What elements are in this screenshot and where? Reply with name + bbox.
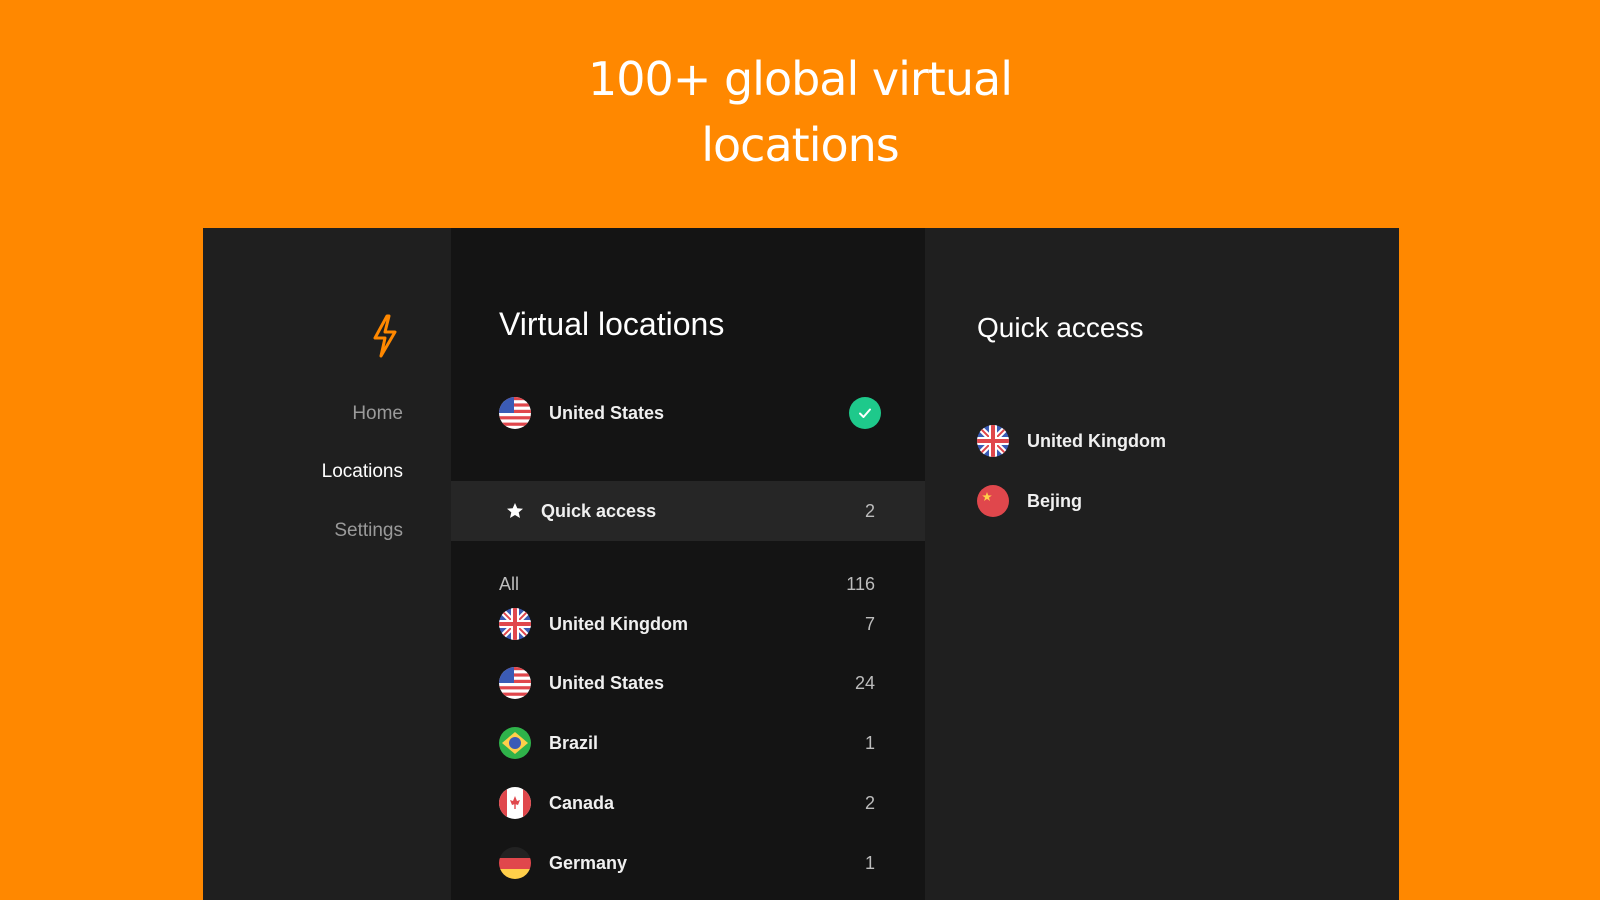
connected-location-row[interactable]: United States [451, 383, 925, 443]
location-row-canada[interactable]: Canada 2 [451, 773, 925, 833]
germany-flag-icon [499, 847, 531, 879]
location-name: Germany [549, 852, 628, 873]
location-name: Canada [549, 792, 615, 813]
sidebar-item-locations[interactable]: Locations [322, 461, 403, 483]
location-count: 2 [864, 792, 875, 813]
quick-access-item-united-kingdom[interactable]: United Kingdom [977, 421, 1166, 461]
connected-location-label: United States [549, 402, 665, 423]
location-count: 1 [864, 732, 875, 753]
location-count: 24 [854, 672, 875, 693]
uk-flag-icon [499, 608, 531, 640]
all-section-label: All [499, 574, 520, 594]
quick-access-panel: Quick access United Kingdom Bejing [925, 228, 1399, 900]
sidebar-item-settings[interactable]: Settings [334, 520, 403, 542]
sidebar-item-home[interactable]: Home [352, 403, 403, 425]
location-name: United States [549, 672, 665, 693]
china-flag-icon [977, 485, 1009, 517]
sidebar-nav: Home Locations Settings [203, 228, 451, 900]
quick-access-label: Quick access [541, 500, 657, 521]
virtual-locations-panel: Virtual locations United States Quick ac… [451, 228, 925, 900]
location-row-united-states[interactable]: United States 24 [451, 653, 925, 713]
all-section-count: 116 [846, 574, 875, 594]
headline-line-1: 100+ global virtual [588, 52, 1013, 106]
quick-access-title: Quick access [977, 312, 1144, 343]
us-flag-icon [499, 667, 531, 699]
location-row-germany[interactable]: Germany 1 [451, 833, 925, 893]
lightning-bolt-icon [373, 314, 397, 358]
us-flag-icon [499, 397, 531, 429]
location-count: 7 [864, 613, 875, 634]
location-count: 1 [864, 852, 875, 873]
quick-access-row[interactable]: Quick access 2 [451, 481, 925, 541]
quick-access-item-label: Bejing [1027, 490, 1083, 511]
brazil-flag-icon [499, 727, 531, 759]
canada-flag-icon [499, 787, 531, 819]
location-name: Brazil [549, 732, 599, 753]
headline: 100+ global virtual locations [0, 46, 1600, 178]
headline-line-2: locations [701, 118, 899, 172]
check-circle-icon [849, 397, 881, 429]
location-name: United Kingdom [549, 613, 688, 634]
quick-access-item-label: United Kingdom [1027, 430, 1166, 451]
quick-access-count: 2 [864, 500, 875, 521]
app-window: Home Locations Settings Virtual location… [203, 228, 1399, 900]
panel-title: Virtual locations [499, 306, 725, 342]
uk-flag-icon [977, 425, 1009, 457]
quick-access-item-bejing[interactable]: Bejing [977, 481, 1082, 521]
location-row-brazil[interactable]: Brazil 1 [451, 713, 925, 773]
star-icon [507, 503, 523, 518]
location-row-united-kingdom[interactable]: United Kingdom 7 [451, 594, 925, 654]
